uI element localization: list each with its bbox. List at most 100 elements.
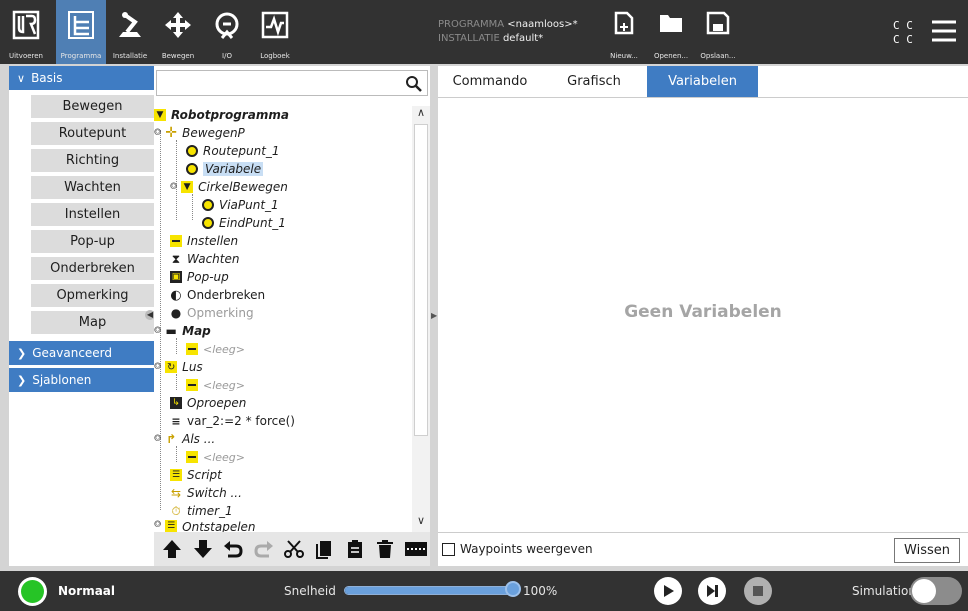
sidebar-item-bewegen[interactable]: Bewegen <box>31 95 154 120</box>
suppress-icon <box>404 542 427 556</box>
sidebar-item-instellen[interactable]: Instellen <box>31 203 154 228</box>
status-indicator[interactable] <box>18 577 47 606</box>
tree-node-map[interactable]: ⭗ ▬ Map <box>154 322 211 340</box>
undo-icon <box>224 541 243 558</box>
move-up-button[interactable] <box>158 535 186 563</box>
tree-node-ontstapelen[interactable]: ⭗ ☰ Ontstapelen <box>154 520 256 532</box>
tree-root[interactable]: ▼ Robotprogramma <box>154 106 289 124</box>
tree-node-eindpunt[interactable]: EindPunt_1 <box>202 214 286 232</box>
tree-node-script[interactable]: ☰ Script <box>170 466 222 484</box>
tab-grafisch[interactable]: Grafisch <box>542 66 646 97</box>
tree-node-empty[interactable]: <leeg> <box>186 340 245 358</box>
simulation-toggle[interactable] <box>910 577 962 605</box>
tree-node-variabele[interactable]: Variabele <box>186 160 264 178</box>
sidebar-item-opmerking[interactable]: Opmerking <box>31 284 154 309</box>
stop-button[interactable] <box>744 577 772 605</box>
tree-node-empty[interactable]: <leeg> <box>186 376 245 394</box>
save-button[interactable]: Opslaan... <box>696 0 740 64</box>
waypoints-checkbox[interactable] <box>442 543 455 556</box>
assignment-icon: ≡ <box>171 414 181 428</box>
sidebar-item-map[interactable]: Map <box>31 311 154 336</box>
tree-node-lus[interactable]: ⭗ ↻ Lus <box>154 358 203 376</box>
collapse-pin-icon: ⭗ <box>154 520 162 530</box>
installation-name: default* <box>502 33 544 44</box>
sidebar-item-onderbreken[interactable]: Onderbreken <box>31 257 154 282</box>
section-geavanceerd[interactable]: ❯ Geavanceerd <box>9 341 154 365</box>
search-icon[interactable] <box>405 75 423 93</box>
tree-node-popup[interactable]: ▣ Pop-up <box>170 268 229 286</box>
scroll-down-arrow[interactable]: ∨ <box>414 514 428 530</box>
sidebar-item-popup[interactable]: Pop-up <box>31 230 154 255</box>
io-tab[interactable]: I/O <box>204 0 250 64</box>
open-button[interactable]: Openen... <box>648 0 694 64</box>
section-sjablonen[interactable]: ❯ Sjablonen <box>9 368 154 392</box>
collapse-pin-icon: ⭗ <box>154 434 162 444</box>
io-icon <box>215 12 239 39</box>
speed-slider-thumb[interactable] <box>505 581 521 597</box>
tree-node-als[interactable]: ⭗ ↱ Als ... <box>154 430 215 448</box>
set-icon <box>170 235 182 247</box>
node-sidebar: ∨ Basis Bewegen Routepunt Richting Wacht… <box>9 66 155 566</box>
sidebar-item-routepunt[interactable]: Routepunt <box>31 122 154 147</box>
installation-tab[interactable]: Installatie <box>108 0 152 64</box>
program-info: PROGRAMMA <naamloos>* INSTALLATIE defaul… <box>438 18 578 46</box>
tree-node-onderbreken[interactable]: ◐ Onderbreken <box>170 286 265 304</box>
tree-node-routepunt[interactable]: Routepunt_1 <box>186 142 280 160</box>
sidebar-item-richting[interactable]: Richting <box>31 149 154 174</box>
tree-scrollbar[interactable]: ∧ ∨ <box>412 106 430 532</box>
log-tab[interactable]: Logboek <box>252 0 298 64</box>
empty-icon <box>186 343 198 355</box>
section-basis[interactable]: ∨ Basis <box>9 66 154 90</box>
new-button[interactable]: Nieuw... <box>604 0 644 64</box>
speed-label: Snelheid <box>284 584 336 598</box>
save-icon <box>706 11 730 35</box>
copy-button[interactable] <box>310 535 338 563</box>
collapse-pin-icon: ⭗ <box>154 326 162 336</box>
waypoint-icon <box>186 145 198 157</box>
waypoints-checkbox-label: Waypoints weergeven <box>460 542 593 556</box>
tree-node-viapunt[interactable]: ViaPunt_1 <box>202 196 279 214</box>
tab-variabelen[interactable]: Variabelen <box>647 66 758 97</box>
undo-button[interactable] <box>219 535 247 563</box>
move-down-button[interactable] <box>188 535 216 563</box>
tree-node-switch[interactable]: ⇆ Switch ... <box>170 484 242 502</box>
scroll-up-arrow[interactable]: ∧ <box>414 106 428 122</box>
tree-node-empty[interactable]: <leeg> <box>186 448 245 466</box>
speed-slider-fill <box>345 587 511 594</box>
tree-node-oproepen[interactable]: ↳ Oproepen <box>170 394 246 412</box>
cut-button[interactable] <box>280 535 308 563</box>
redo-button[interactable] <box>249 535 277 563</box>
program-key: PROGRAMMA <box>438 19 505 30</box>
new-file-icon <box>614 11 634 35</box>
run-tab[interactable]: Uitvoeren <box>0 0 52 64</box>
hamburger-menu-icon[interactable] <box>930 18 958 44</box>
tree-node-bewegenp[interactable]: ⭗ ✛ BewegenP <box>154 124 245 142</box>
scroll-thumb[interactable] <box>414 124 428 436</box>
tab-commando[interactable]: Commando <box>438 66 542 97</box>
step-button[interactable] <box>698 577 726 605</box>
tab-divider <box>438 97 968 98</box>
popup-icon: ▣ <box>170 271 182 283</box>
copy-icon <box>316 541 332 559</box>
empty-variables-text: Geen Variabelen <box>624 302 782 322</box>
search-input[interactable] <box>156 70 428 96</box>
tree-node-wachten[interactable]: ⧗ Wachten <box>170 250 240 268</box>
tree-node-timer[interactable]: ⏱ timer_1 <box>170 502 232 520</box>
paste-button[interactable] <box>341 535 369 563</box>
tree-node-instellen[interactable]: Instellen <box>170 232 238 250</box>
move-tab[interactable]: Bewegen <box>154 0 202 64</box>
tree-node-assignment[interactable]: ≡ var_2:=2 * force() <box>170 412 295 430</box>
tree-node-opmerking[interactable]: ● Opmerking <box>170 304 254 322</box>
tree-node-cirkelbewegen[interactable]: ⭗ ▼ CirkelBewegen <box>170 178 288 196</box>
suppress-button[interactable] <box>402 535 430 563</box>
trash-icon <box>377 540 394 558</box>
move-icon: ✛ <box>165 125 177 141</box>
speed-value: 100% <box>523 584 558 598</box>
sidebar-item-wachten[interactable]: Wachten <box>31 176 154 201</box>
play-button[interactable] <box>654 577 682 605</box>
clear-button[interactable]: Wissen <box>894 538 960 563</box>
delete-button[interactable] <box>371 535 399 563</box>
speed-slider[interactable] <box>344 586 512 595</box>
loop-icon: ↻ <box>165 361 178 373</box>
program-tab[interactable]: Programma <box>56 0 106 64</box>
